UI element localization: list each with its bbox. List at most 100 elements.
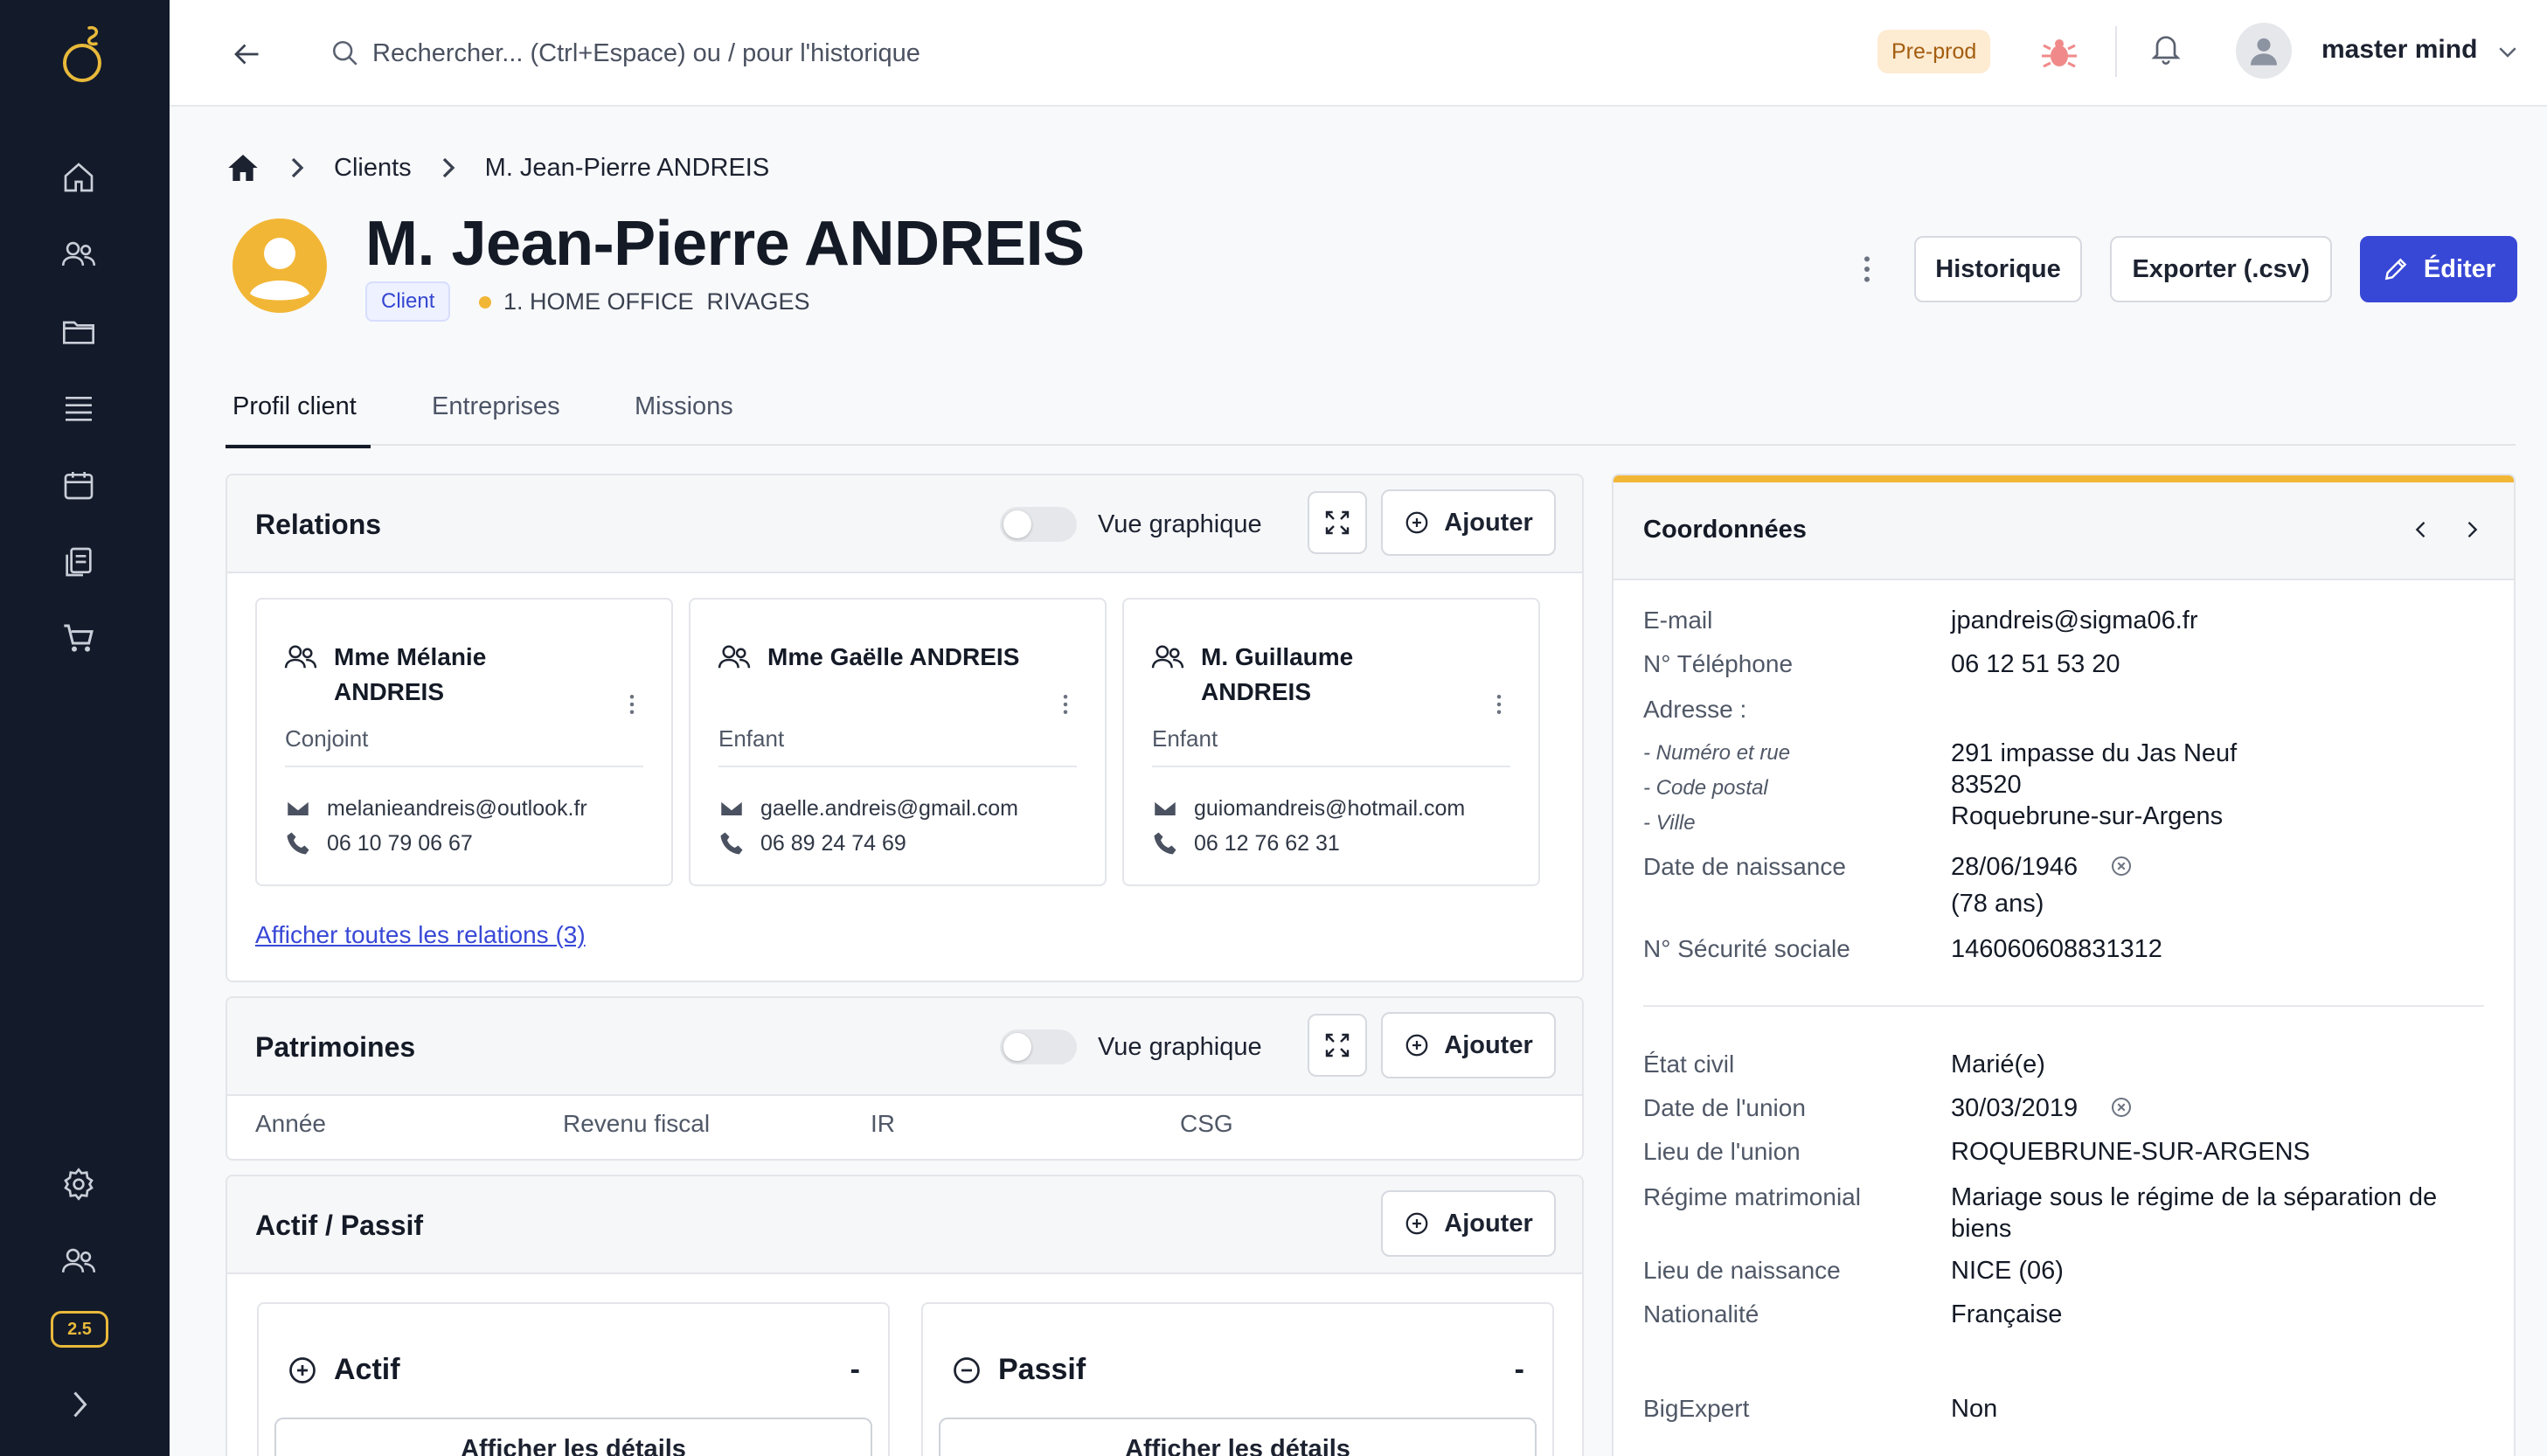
tab-profil-client[interactable]: Profil client <box>226 367 371 448</box>
bug-icon[interactable] <box>2038 31 2080 73</box>
add-actif-passif-button[interactable]: Ajouter <box>1381 1190 1556 1257</box>
email-text[interactable]: guiomandreis@hotmail.com <box>1194 796 1465 822</box>
envelope-icon <box>719 800 744 817</box>
environment-badge: Pre-prod <box>1877 30 1991 73</box>
user-name[interactable]: master mind <box>2321 35 2477 65</box>
list-icon[interactable] <box>59 388 99 428</box>
chevron-left-icon[interactable] <box>2400 509 2442 551</box>
accent-bar <box>1614 475 2514 482</box>
settings-icon[interactable] <box>59 1164 99 1204</box>
graph-view-label: Vue graphique <box>1098 1033 1262 1061</box>
union-date-label: Date de l'union <box>1643 1094 1806 1121</box>
bigexpert-value: Non <box>1951 1395 1998 1423</box>
union-place-label: Lieu de l'union <box>1643 1138 1801 1165</box>
chevron-right-icon <box>291 157 304 178</box>
more-options-icon[interactable] <box>1850 248 1884 290</box>
relation-email: guiomandreis@hotmail.com <box>1152 795 1465 822</box>
add-patrimoine-button[interactable]: Ajouter <box>1381 1012 1556 1078</box>
status-dot <box>479 295 491 309</box>
email-text[interactable]: melanieandreis@outlook.fr <box>327 796 587 822</box>
relation-card[interactable]: M. Guillaume ANDREIS Enfant guiomandreis… <box>1122 598 1540 886</box>
phone-value[interactable]: 06 12 51 53 20 <box>1951 648 2120 680</box>
passif-title: Passif <box>951 1353 1086 1387</box>
chevron-right-icon[interactable] <box>2451 509 2493 551</box>
relation-card[interactable]: Mme Gaëlle ANDREIS Enfant gaelle.andreis… <box>689 598 1107 886</box>
relation-card[interactable]: Mme Mélanie ANDREIS Conjoint melanieandr… <box>255 598 673 886</box>
phone-text[interactable]: 06 10 79 06 67 <box>327 831 473 856</box>
folder-icon[interactable] <box>59 311 99 351</box>
phone-icon <box>287 832 309 855</box>
users-icon[interactable] <box>59 234 99 274</box>
cart-icon[interactable] <box>59 619 99 659</box>
phone-text[interactable]: 06 12 76 62 31 <box>1194 831 1340 856</box>
clear-circle-icon[interactable] <box>2108 1094 2134 1120</box>
relation-phone: 06 89 24 74 69 <box>718 830 906 856</box>
actif-panel: Actif - Afficher les détails <box>257 1302 890 1456</box>
team-icon[interactable] <box>59 1241 99 1281</box>
tab-missions[interactable]: Missions <box>635 367 733 446</box>
home-icon[interactable] <box>59 157 99 198</box>
export-csv-button[interactable]: Exporter (.csv) <box>2110 236 2332 302</box>
more-options-icon[interactable] <box>1486 687 1512 722</box>
expand-icon[interactable] <box>1308 491 1367 554</box>
search-input[interactable] <box>372 38 1089 68</box>
breadcrumb-clients[interactable]: Clients <box>334 154 412 183</box>
email-value[interactable]: jpandreis@sigma06.fr <box>1951 605 2198 636</box>
passif-panel: Passif - Afficher les détails <box>921 1302 1554 1456</box>
actif-details-button[interactable]: Afficher les détails <box>274 1418 872 1456</box>
actif-title: Actif <box>287 1353 400 1387</box>
active-tab-indicator <box>226 445 371 448</box>
add-relation-button[interactable]: Ajouter <box>1381 489 1556 556</box>
calendar-icon[interactable] <box>59 465 99 505</box>
passif-value: - <box>1514 1353 1524 1386</box>
tab-label: Profil client <box>232 392 357 420</box>
app-logo[interactable] <box>58 23 110 84</box>
users-icon <box>284 645 317 669</box>
bell-icon[interactable] <box>2148 31 2190 73</box>
actif-passif-header: Actif / Passif Ajouter <box>227 1176 1582 1274</box>
phone-text[interactable]: 06 89 24 74 69 <box>760 831 906 856</box>
column-header-ir: IR <box>871 1110 895 1137</box>
passif-label: Passif <box>998 1353 1086 1386</box>
chevron-right-icon[interactable] <box>59 1384 99 1425</box>
matrimonial-regime-value: Mariage sous le régime de la séparation … <box>1951 1183 2438 1243</box>
street-value: 291 impasse du Jas Neuf <box>1951 739 2238 767</box>
relations-header: Relations Vue graphique Ajouter <box>227 475 1582 573</box>
phone-icon <box>720 832 743 855</box>
chevron-down-icon[interactable] <box>2495 38 2524 68</box>
patrimoines-title: Patrimoines <box>255 1031 416 1063</box>
show-all-relations-link[interactable]: Afficher toutes les relations (3) <box>255 921 586 949</box>
divider <box>718 766 1077 767</box>
clear-circle-icon[interactable] <box>2108 853 2134 879</box>
search-bar[interactable] <box>330 30 1117 77</box>
minus-circle-icon <box>954 1356 980 1383</box>
expand-icon[interactable] <box>1308 1014 1367 1077</box>
edit-button[interactable]: Éditer <box>2360 236 2517 302</box>
ssn-label: N° Sécurité sociale <box>1643 935 1850 962</box>
graph-view-toggle[interactable] <box>1000 507 1077 542</box>
passif-details-button[interactable]: Afficher les détails <box>939 1418 1537 1456</box>
coordonnees-card: Coordonnées E-mail jpandreis@sigma06.fr … <box>1612 474 2516 1456</box>
breadcrumb-current: M. Jean-Pierre ANDREIS <box>484 153 770 182</box>
home-icon[interactable] <box>226 150 260 185</box>
column-header-csg: CSG <box>1180 1110 1233 1137</box>
topbar-divider <box>2115 26 2117 77</box>
coordonnees-header: Coordonnées <box>1614 482 2514 580</box>
tab-entreprises[interactable]: Entreprises <box>432 367 560 446</box>
topbar: Pre-prod master mind <box>170 0 2547 107</box>
documents-icon[interactable] <box>59 542 99 582</box>
actif-value: - <box>850 1353 860 1386</box>
back-arrow-icon[interactable] <box>226 33 267 75</box>
email-text[interactable]: gaelle.andreis@gmail.com <box>760 796 1018 822</box>
matrimonial-regime-label: Régime matrimonial <box>1643 1183 1861 1210</box>
more-options-icon[interactable] <box>619 687 645 722</box>
client-type-badge: Client <box>365 281 451 322</box>
history-button[interactable]: Historique <box>1914 236 2082 302</box>
sidebar: 2.5 <box>0 0 170 1456</box>
relation-name: Mme Gaëlle ANDREIS <box>767 643 1020 670</box>
postal-code-value: 83520 <box>1951 771 2022 799</box>
user-avatar[interactable] <box>2236 23 2292 79</box>
graph-view-toggle[interactable] <box>1000 1030 1077 1064</box>
breadcrumb: Clients M. Jean-Pierre ANDREIS <box>226 149 769 187</box>
more-options-icon[interactable] <box>1052 687 1079 722</box>
